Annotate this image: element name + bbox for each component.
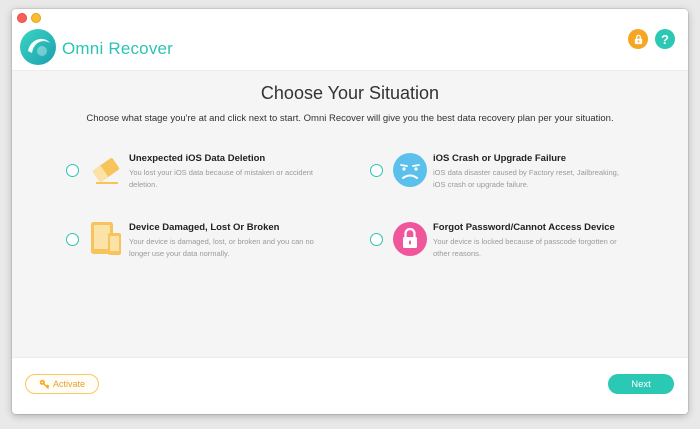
option-description: Your device is locked because of passcod… [433,237,617,258]
next-button[interactable]: Next [608,374,674,394]
radio-forgot-password[interactable] [370,233,383,246]
option-title: Unexpected iOS Data Deletion [129,153,266,164]
option-description: You lost your iOS data because of mistak… [129,168,313,189]
footer-bar: Activate Next [12,357,688,414]
close-window-icon[interactable] [17,13,27,23]
header-bar: Omni Recover ? [12,9,688,71]
app-title: Omni Recover [62,39,174,58]
sad-face-icon [393,153,427,187]
lock-button[interactable] [628,29,648,49]
option-title: iOS Crash or Upgrade Failure [433,153,567,164]
key-icon [39,379,49,389]
padlock-icon [393,222,427,256]
devices-icon [91,222,121,255]
option-unexpected-deletion[interactable]: Unexpected iOS Data Deletion You lost yo… [66,152,356,202]
option-ios-crash[interactable]: iOS Crash or Upgrade Failure iOS data di… [370,152,660,202]
app-window: Omni Recover ? Choose Your Situation Cho… [12,9,688,414]
activate-button[interactable]: Activate [25,374,99,394]
option-description: iOS data disaster caused by Factory rese… [433,168,619,189]
option-title: Forgot Password/Cannot Access Device [433,222,615,233]
radio-unexpected-deletion[interactable] [66,164,79,177]
option-device-damaged[interactable]: Device Damaged, Lost Or Broken Your devi… [66,221,356,271]
option-title: Device Damaged, Lost Or Broken [129,222,280,233]
help-button[interactable]: ? [655,29,675,49]
option-description: Your device is damaged, lost, or broken … [129,237,314,258]
page-subtitle: Choose what stage you're at and click ne… [86,113,614,124]
option-forgot-password[interactable]: Forgot Password/Cannot Access Device You… [370,221,660,271]
omni-recover-logo-icon [20,29,56,65]
radio-ios-crash[interactable] [370,164,383,177]
page-title: Choose Your Situation [260,83,440,103]
activate-label: Activate [52,379,85,389]
radio-device-damaged[interactable] [66,233,79,246]
lock-icon [634,34,642,44]
eraser-icon [92,158,120,184]
minimize-window-icon[interactable] [31,13,41,23]
